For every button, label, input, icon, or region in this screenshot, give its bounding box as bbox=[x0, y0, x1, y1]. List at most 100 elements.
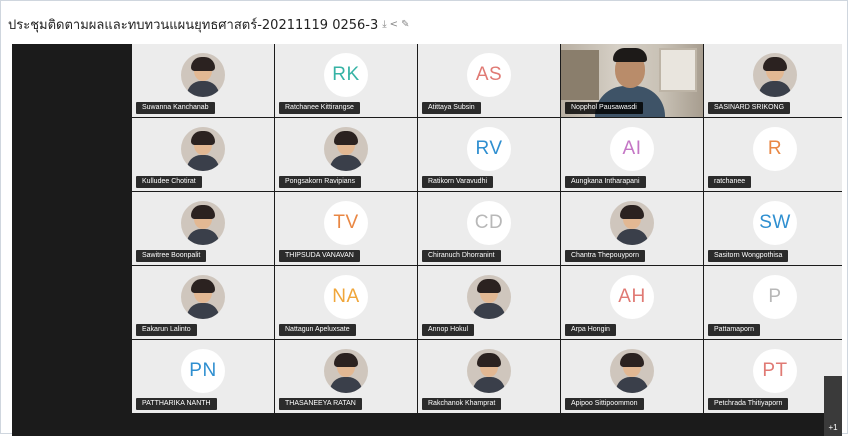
share-icon[interactable]: < bbox=[390, 19, 398, 30]
participant-name: Pongsakorn Ravipians bbox=[279, 176, 362, 188]
avatar-initials: AS bbox=[467, 53, 511, 97]
participant-tile[interactable]: Kulludee Chotirat bbox=[132, 118, 274, 191]
participant-tile[interactable]: PT Petchrada Thitiyaporn bbox=[704, 340, 842, 413]
participant-tile[interactable]: Nopphol Pausawasdi bbox=[561, 44, 703, 117]
participant-name: THIPSUDA VANAVAN bbox=[279, 250, 360, 262]
participant-tile[interactable]: CD Chiranuch Dhorranint bbox=[418, 192, 560, 265]
avatar-hair bbox=[477, 279, 501, 293]
participant-tile[interactable]: Chantra Thepouyporn bbox=[561, 192, 703, 265]
participant-tile[interactable]: P Pattamaporn bbox=[704, 266, 842, 339]
meeting-video-area: Suwanna Kanchanab RK Ratchanee Kittirangse… bbox=[12, 44, 842, 436]
avatar-hair bbox=[334, 353, 358, 367]
participant-tile[interactable]: AH Arpa Hongin bbox=[561, 266, 703, 339]
participant-tile[interactable]: THASANEEYA RATAN bbox=[275, 340, 417, 413]
participant-tile[interactable]: AS Atittaya Subsin bbox=[418, 44, 560, 117]
participant-tile[interactable]: Rakchanok Khamprat bbox=[418, 340, 560, 413]
participant-name: Sasitorn Wongpothisa bbox=[708, 250, 789, 262]
participant-name: Chantra Thepouyporn bbox=[565, 250, 645, 262]
video-feed-shelf bbox=[561, 50, 599, 100]
participant-tile[interactable]: Pongsakorn Ravipians bbox=[275, 118, 417, 191]
avatar-initials: RK bbox=[324, 53, 368, 97]
participant-tile[interactable]: Suwanna Kanchanab bbox=[132, 44, 274, 117]
participant-name: Eakarun Lalinto bbox=[136, 324, 197, 336]
participant-name: SASINARD SRIKONG bbox=[708, 102, 791, 114]
avatar-body bbox=[187, 81, 219, 97]
recording-title-bar: ประชุมติดตามผลและทบทวนแผนยุทธศาสตร์-2021… bbox=[8, 14, 409, 34]
avatar-initials: AH bbox=[610, 275, 654, 319]
more-participants-count: +1 bbox=[828, 423, 838, 432]
participant-name: Kulludee Chotirat bbox=[136, 176, 202, 188]
participant-name: Ratchanee Kittirangse bbox=[279, 102, 360, 114]
participant-name: Pattamaporn bbox=[708, 324, 761, 336]
avatar-hair bbox=[191, 279, 215, 293]
participant-tile[interactable]: PN PATTHARIKA NANTH bbox=[132, 340, 274, 413]
avatar-photo bbox=[467, 349, 511, 393]
participant-tile[interactable]: NA Nattagun Apeluxsate bbox=[275, 266, 417, 339]
avatar-initials: NA bbox=[324, 275, 368, 319]
participant-tile[interactable]: Eakarun Lalinto bbox=[132, 266, 274, 339]
avatar-hair bbox=[763, 57, 787, 71]
participant-tile[interactable]: Sawitree Boonpalit bbox=[132, 192, 274, 265]
avatar-hair bbox=[620, 353, 644, 367]
avatar-hair bbox=[334, 131, 358, 145]
avatar-body bbox=[473, 303, 505, 319]
avatar-photo bbox=[181, 275, 225, 319]
avatar-photo bbox=[324, 349, 368, 393]
avatar-hair bbox=[191, 205, 215, 219]
participant-tile[interactable]: RK Ratchanee Kittirangse bbox=[275, 44, 417, 117]
avatar-hair bbox=[191, 57, 215, 71]
participant-name: Atittaya Subsin bbox=[422, 102, 481, 114]
avatar-initials: P bbox=[753, 275, 797, 319]
avatar-body bbox=[759, 81, 791, 97]
avatar-initials: SW bbox=[753, 201, 797, 245]
participant-name: Arpa Hongin bbox=[565, 324, 616, 336]
participant-name: Chiranuch Dhorranint bbox=[422, 250, 501, 262]
avatar-photo bbox=[610, 201, 654, 245]
participant-name: Rakchanok Khamprat bbox=[422, 398, 502, 410]
recording-title: ประชุมติดตามผลและทบทวนแผนยุทธศาสตร์-2021… bbox=[8, 17, 379, 33]
avatar-initials: RV bbox=[467, 127, 511, 171]
avatar-photo bbox=[181, 201, 225, 245]
participant-name: Apipoo Sittipoommon bbox=[565, 398, 644, 410]
avatar-photo bbox=[324, 127, 368, 171]
participant-tile[interactable]: RV Ratikorn Varavudhi bbox=[418, 118, 560, 191]
avatar-body bbox=[330, 155, 362, 171]
edit-icon[interactable]: ✎ bbox=[401, 19, 409, 30]
participant-tile[interactable]: AI Aungkana Intharapani bbox=[561, 118, 703, 191]
download-icon[interactable]: ⤓ bbox=[382, 19, 386, 30]
avatar-initials: PN bbox=[181, 349, 225, 393]
participant-tile[interactable]: Rratchanee bbox=[704, 118, 842, 191]
video-feed-window bbox=[659, 48, 697, 92]
participant-name: Sawitree Boonpalit bbox=[136, 250, 207, 262]
participant-name: Petchrada Thitiyaporn bbox=[708, 398, 789, 410]
avatar-photo bbox=[467, 275, 511, 319]
avatar-body bbox=[616, 377, 648, 393]
avatar-initials: R bbox=[753, 127, 797, 171]
participant-name: ratchanee bbox=[708, 176, 752, 188]
avatar-body bbox=[616, 229, 648, 245]
avatar-initials: PT bbox=[753, 349, 797, 393]
avatar-hair bbox=[620, 205, 644, 219]
avatar-photo bbox=[181, 127, 225, 171]
avatar-photo bbox=[753, 53, 797, 97]
participant-name: Suwanna Kanchanab bbox=[136, 102, 215, 114]
avatar-initials: CD bbox=[467, 201, 511, 245]
avatar-body bbox=[473, 377, 505, 393]
participant-name: Ratikorn Varavudhi bbox=[422, 176, 494, 188]
avatar-hair bbox=[191, 131, 215, 145]
avatar-photo bbox=[181, 53, 225, 97]
avatar-initials: TV bbox=[324, 201, 368, 245]
participant-tile[interactable]: Annop Hokul bbox=[418, 266, 560, 339]
participant-tile[interactable]: SW Sasitorn Wongpothisa bbox=[704, 192, 842, 265]
avatar-body bbox=[187, 229, 219, 245]
participant-tile[interactable]: Apipoo Sittipoommon bbox=[561, 340, 703, 413]
avatar-body bbox=[187, 155, 219, 171]
participant-name: Aungkana Intharapani bbox=[565, 176, 646, 188]
avatar-body bbox=[187, 303, 219, 319]
participant-tile[interactable]: SASINARD SRIKONG bbox=[704, 44, 842, 117]
more-participants-badge[interactable]: +1 bbox=[824, 376, 842, 436]
participant-name: Nopphol Pausawasdi bbox=[565, 102, 643, 114]
participant-tile[interactable]: TV THIPSUDA VANAVAN bbox=[275, 192, 417, 265]
participant-name: Annop Hokul bbox=[422, 324, 475, 336]
participant-name: THASANEEYA RATAN bbox=[279, 398, 362, 410]
